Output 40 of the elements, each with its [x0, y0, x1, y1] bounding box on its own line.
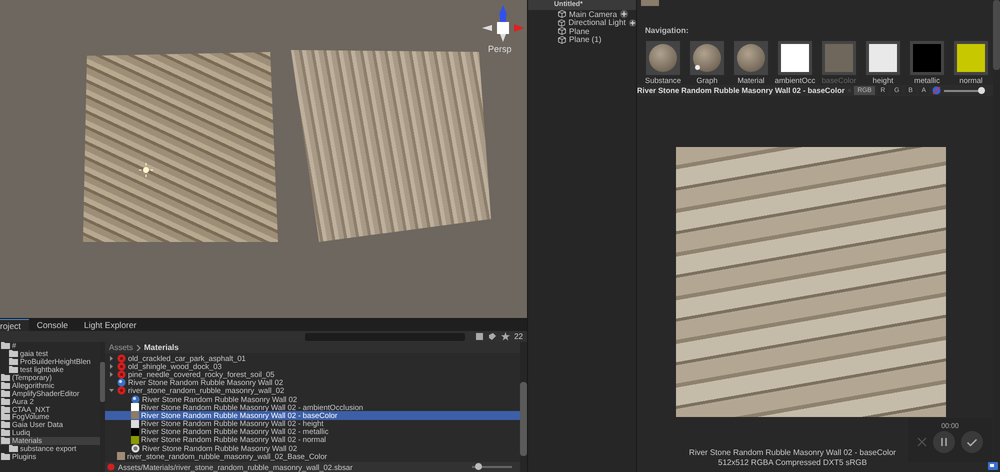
texture-info: River Stone Random Rubble Masonry Wall 02 - baseColor [689, 448, 896, 458]
breadcrumb-item[interactable]: Assets [109, 343, 134, 352]
panel-tab[interactable]: Light Explorer [76, 319, 144, 331]
mip-icon [932, 86, 941, 95]
pause-button[interactable] [933, 431, 955, 453]
sphere-icon [131, 394, 140, 404]
scrollbar-thumb[interactable] [100, 362, 105, 402]
hidden-count[interactable]: 22 [514, 332, 523, 341]
add-icon[interactable] [628, 18, 636, 27]
confirm-button[interactable] [961, 431, 983, 453]
mip-slider[interactable] [978, 86, 986, 94]
disclosure-arrow-icon[interactable] [109, 364, 114, 369]
sphere-icon [117, 378, 126, 388]
hierarchy-item[interactable]: Main Camera [569, 10, 618, 19]
disclosure-arrow-icon[interactable] [109, 388, 114, 394]
texture-thumbnail [641, 0, 659, 6]
scrollbar-thumb[interactable] [520, 382, 527, 456]
panel-tab[interactable]: roject [0, 319, 29, 331]
graph-icon [131, 444, 140, 453]
substance-icon [107, 463, 115, 471]
hierarchy-item[interactable]: Plane [569, 26, 590, 36]
hierarchy-item[interactable]: Plane (1) [569, 35, 602, 44]
zoom-slider[interactable] [475, 463, 482, 470]
scrollbar-thumb[interactable] [993, 0, 1000, 70]
notification-icon[interactable] [988, 462, 998, 470]
section-label: Navigation: [645, 26, 689, 35]
disclosure-arrow-icon[interactable] [109, 356, 114, 361]
add-icon[interactable] [620, 10, 628, 18]
scene-view[interactable]: Persp [0, 0, 527, 318]
panel-tab[interactable]: Console [28, 319, 76, 331]
disclosure-arrow-icon[interactable] [109, 372, 114, 377]
hierarchy-item[interactable]: Directional Light [568, 18, 626, 28]
star-icon[interactable] [501, 332, 510, 341]
chevron-icon [136, 344, 142, 350]
texture-info: 512x512 RGBA Compressed DXT5 sRGB [718, 458, 867, 468]
light-icon [139, 163, 153, 177]
filter-icon[interactable] [475, 332, 484, 341]
breadcrumb-item[interactable]: Materials [144, 343, 179, 352]
axis-gizmo[interactable] [480, 3, 526, 43]
projection-label[interactable]: Persp [488, 44, 512, 54]
